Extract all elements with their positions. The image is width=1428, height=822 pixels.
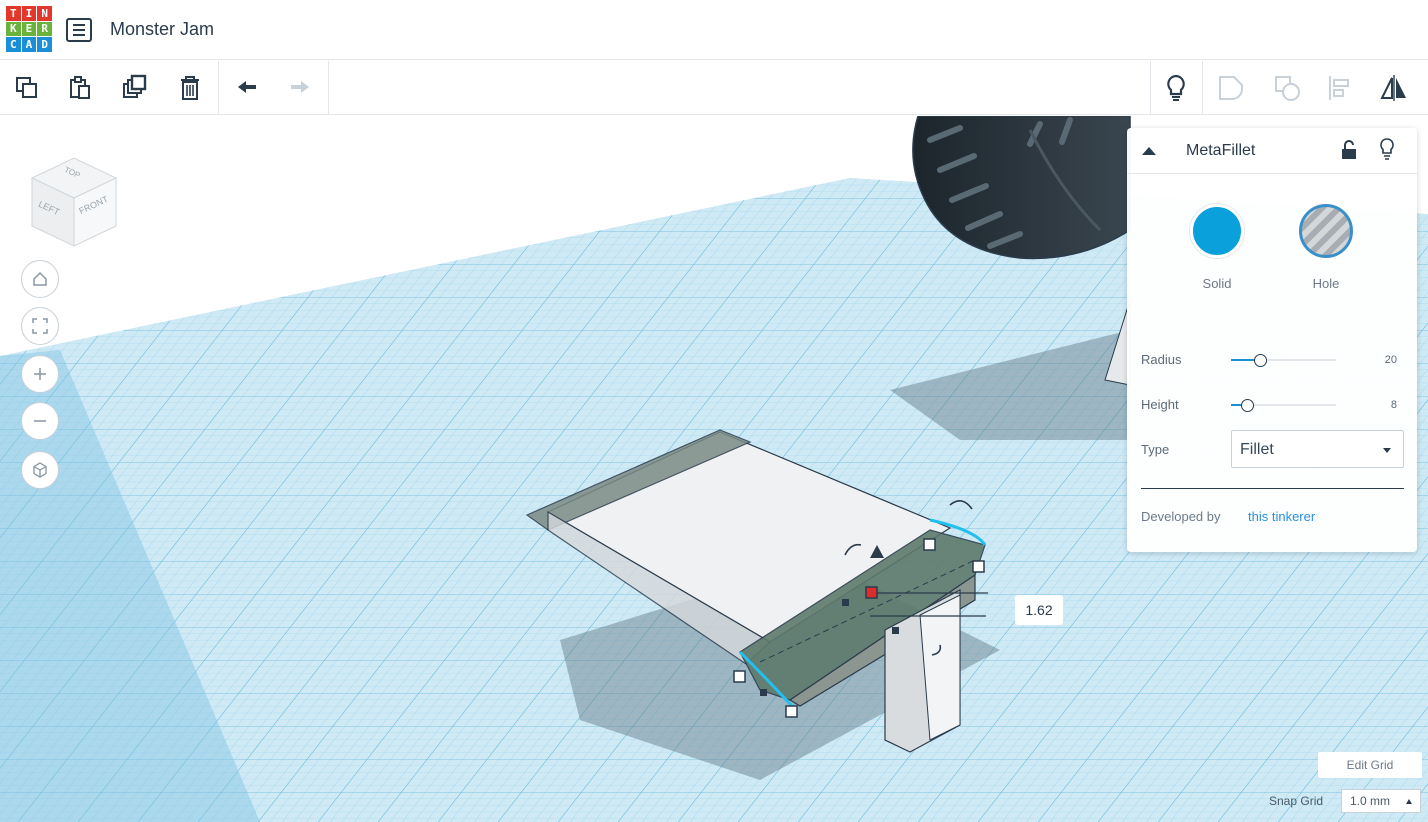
logo-letter: T — [6, 6, 21, 21]
radius-slider-knob[interactable] — [1254, 354, 1267, 367]
solid-swatch[interactable] — [1190, 204, 1244, 258]
logo-letter: N — [37, 6, 52, 21]
radius-label: Radius — [1141, 352, 1182, 367]
height-label: Height — [1141, 397, 1179, 412]
logo-letter: R — [37, 21, 52, 37]
tinkercad-logo[interactable]: TIN KER CAD — [6, 6, 52, 52]
type-select[interactable]: Fillet — [1231, 430, 1404, 468]
logo-letter: I — [21, 6, 37, 21]
inspector-title: MetaFillet — [1186, 142, 1256, 159]
zoom-out-button[interactable] — [21, 402, 59, 440]
duplicate-icon[interactable] — [118, 71, 152, 105]
shape-inspector-panel: MetaFillet Solid Hole Radius 20 Height 8… — [1127, 128, 1417, 552]
perspective-icon — [33, 462, 47, 478]
hole-mode-button[interactable]: Hole — [1298, 204, 1354, 291]
lightbulb-icon[interactable] — [1159, 71, 1193, 105]
copy-icon[interactable] — [10, 71, 44, 105]
snap-grid-value: 1.0 mm — [1350, 794, 1391, 808]
solid-mode-button[interactable]: Solid — [1189, 204, 1245, 291]
logo-letter: E — [21, 21, 37, 37]
align-icon[interactable] — [1322, 71, 1356, 105]
inspector-header: MetaFillet — [1127, 128, 1417, 174]
view-cube[interactable]: TOP LEFT FRONT — [24, 148, 124, 247]
design-title[interactable]: Monster Jam — [110, 19, 214, 40]
collapse-icon[interactable] — [1141, 145, 1157, 157]
caret-down-icon — [1383, 448, 1391, 453]
edit-grid-button[interactable]: Edit Grid — [1318, 752, 1422, 778]
home-view-button[interactable] — [21, 260, 59, 298]
lightbulb-icon[interactable] — [1378, 137, 1396, 161]
type-label: Type — [1141, 442, 1170, 457]
snap-grid-label: Snap Grid — [1269, 794, 1324, 808]
paste-icon[interactable] — [63, 71, 97, 105]
logo-letter: K — [6, 21, 21, 37]
solid-label: Solid — [1202, 276, 1232, 291]
developer-link[interactable]: this tinkerer — [1248, 509, 1315, 524]
height-value: 8 — [1390, 399, 1397, 411]
logo-letter: C — [6, 37, 21, 52]
zoom-in-button[interactable] — [21, 355, 59, 393]
height-slider-knob[interactable] — [1241, 399, 1254, 412]
edit-toolbar — [0, 61, 1428, 115]
radius-value: 20 — [1384, 354, 1397, 366]
snap-grid-select[interactable]: 1.0 mm — [1341, 789, 1421, 813]
caret-up-icon — [1406, 799, 1412, 804]
developed-by-label: Developed by — [1141, 509, 1221, 524]
redo-icon[interactable] — [283, 71, 317, 105]
logo-letter: A — [21, 37, 37, 52]
undo-icon[interactable] — [230, 71, 264, 105]
fit-view-button[interactable] — [21, 307, 59, 345]
logo-letter: D — [37, 37, 52, 52]
type-select-value: Fillet — [1240, 441, 1274, 458]
mirror-icon[interactable] — [1377, 71, 1411, 105]
delete-icon[interactable] — [173, 71, 207, 105]
top-header: TIN KER CAD Monster Jam — [0, 0, 1428, 60]
unlock-icon[interactable] — [1340, 139, 1358, 161]
hole-label: Hole — [1312, 276, 1340, 291]
design-list-button[interactable] — [66, 18, 92, 42]
zoom-in-icon — [34, 368, 46, 380]
group-icon[interactable] — [1214, 71, 1248, 105]
hole-swatch[interactable] — [1299, 204, 1353, 258]
ungroup-icon[interactable] — [1270, 71, 1304, 105]
home-icon — [33, 271, 47, 286]
perspective-button[interactable] — [21, 451, 59, 489]
fit-view-icon — [32, 318, 48, 334]
panel-divider — [1141, 488, 1404, 489]
dimension-input[interactable]: 1.62 — [1015, 595, 1063, 625]
zoom-out-icon — [34, 420, 46, 422]
